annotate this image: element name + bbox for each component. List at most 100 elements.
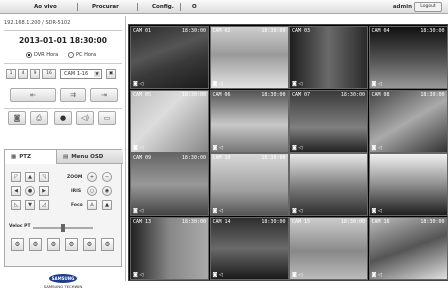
record-audio-icon: ◙ ◁	[292, 144, 303, 151]
camera-tile[interactable]: CAM 13 18:30:00 ◙ ◁	[130, 216, 209, 280]
menu-divider	[137, 3, 138, 11]
focus-far-icon[interactable]: ▲	[102, 200, 112, 210]
next-group-button[interactable]: ⇥	[90, 88, 118, 102]
camera-label: CAM 07	[292, 91, 311, 98]
split-4-button[interactable]: 4	[18, 69, 28, 79]
control-sidebar: 192.168.1.200 / SDR-5102 2013-01-01 18:3…	[0, 16, 126, 289]
camera-label: CAM 13	[133, 218, 152, 225]
menu-other[interactable]: O	[192, 4, 197, 10]
camera-timestamp: 18:30:00	[340, 218, 365, 225]
top-menu-bar: Ao vivo Procurar Config. O admin Logout	[0, 0, 448, 14]
camera-timestamp: 18:30:00	[261, 155, 286, 161]
menu-live[interactable]: Ao vivo	[34, 4, 57, 10]
record-audio-icon: ◙ ◁	[133, 144, 144, 151]
camera-tile[interactable]: ◙ ◁	[289, 153, 368, 216]
ptz-icon: ▦	[11, 154, 17, 160]
camera-timestamp: 18:30:00	[261, 218, 286, 225]
brand-subtitle: SAMSUNG TECHWIN	[43, 284, 83, 289]
camera-video-feed	[290, 154, 367, 215]
camera-tile[interactable]: CAM 02 18:30:00 ◙ ◁	[209, 26, 289, 89]
divider	[4, 63, 122, 64]
camera-timestamp: 18:30:00	[420, 218, 445, 225]
camera-tile[interactable]: CAM 07 18:30:00 ◙ ◁	[289, 89, 368, 153]
camera-tile[interactable]: CAM 04 18:30:00 ◙ ◁	[368, 26, 448, 89]
camera-tile[interactable]: CAM 05 18:30:00 ◙ ◁	[130, 89, 209, 153]
pan-down-right-button[interactable]: ◿	[39, 200, 49, 210]
split-9-button[interactable]: 9	[30, 69, 40, 79]
iris-close-icon[interactable]: ◉	[102, 186, 112, 196]
sequence-button[interactable]: ⇉	[60, 88, 86, 102]
capture-button[interactable]: ◙	[8, 111, 26, 125]
zoom-out-icon[interactable]: −	[102, 172, 112, 182]
camera-video-feed	[210, 90, 288, 152]
radio-pc-time[interactable]: PC Hora	[68, 52, 96, 58]
camera-tile[interactable]: CAM 16 18:30:00 ◙ ◁	[368, 216, 448, 280]
radio-dvr-label: DVR Hora	[34, 52, 59, 58]
zoom-in-icon[interactable]: +	[87, 172, 97, 182]
pan-left-button[interactable]: ◀	[11, 186, 21, 196]
camera-timestamp: 18:30:00	[181, 155, 206, 161]
camera-video-feed	[290, 27, 367, 88]
record-button[interactable]: ●	[54, 111, 72, 125]
audio-button[interactable]: ◁)	[76, 111, 94, 125]
preset-button-3[interactable]: ⚙	[47, 238, 60, 251]
pan-speed-slider[interactable]	[33, 224, 93, 232]
camera-label: CAM 15	[292, 218, 311, 225]
camera-group-select[interactable]: CAM 1-16 ▼	[60, 69, 102, 79]
record-audio-icon: ◙ ◁	[292, 208, 303, 214]
divider	[4, 108, 122, 109]
camera-tile[interactable]: ◙ ◁	[368, 153, 448, 216]
camera-tile[interactable]: CAM 03 ◙ ◁	[289, 26, 368, 89]
camera-timestamp: 18:30:00	[420, 91, 445, 98]
camera-tile[interactable]: CAM 01 18:30:00 ◙ ◁	[130, 26, 209, 89]
camera-video-feed	[131, 154, 208, 215]
focus-near-icon[interactable]: ♙	[87, 200, 97, 210]
pan-center-button[interactable]: ●	[25, 186, 35, 196]
pan-up-right-button[interactable]: ◹	[39, 172, 49, 182]
tab-osd-menu[interactable]: ▤ Menu OSD	[57, 150, 123, 164]
iris-open-icon[interactable]: ○	[87, 186, 97, 196]
pan-down-button[interactable]: ▼	[25, 200, 35, 210]
preset-button-2[interactable]: ⚙	[29, 238, 42, 251]
radio-dvr-time[interactable]: DVR Hora	[26, 52, 58, 58]
focus-label: Foco	[71, 203, 83, 208]
fullscreen-button[interactable]: ▣	[106, 69, 116, 79]
pan-up-button[interactable]: ▲	[25, 172, 35, 182]
camera-label: CAM 05	[133, 91, 152, 98]
slider-handle[interactable]	[61, 224, 65, 232]
camera-tile[interactable]: CAM 09 18:30:00 ◙ ◁	[130, 153, 209, 216]
pan-right-button[interactable]: ▶	[39, 186, 49, 196]
split-16-button[interactable]: 16	[42, 69, 56, 79]
menu-search[interactable]: Procurar	[92, 4, 119, 10]
camera-tile[interactable]: CAM 08 18:30:00 ◙ ◁	[368, 89, 448, 153]
record-audio-icon: ◙ ◁	[371, 271, 382, 278]
preset-button-4[interactable]: ⚙	[65, 238, 78, 251]
pan-down-left-button[interactable]: ◺	[11, 200, 21, 210]
print-button[interactable]: ⎙	[30, 111, 48, 125]
preset-button-1[interactable]: ⚙	[11, 238, 24, 251]
previous-group-button[interactable]: ⇤	[10, 88, 56, 102]
record-audio-icon: ◙ ◁	[133, 81, 144, 87]
tab-ptz-label: PTZ	[19, 154, 31, 160]
radio-selected-icon	[26, 52, 32, 58]
camera-timestamp: 18:30:00	[420, 28, 445, 34]
camera-tile[interactable]: CAM 14 18:30:00 ◙ ◁	[209, 216, 289, 280]
camera-tile[interactable]: CAM 06 18:30:00 ◙ ◁	[209, 89, 289, 153]
camera-video-feed	[131, 217, 208, 279]
device-address: 192.168.1.200 / SDR-5102	[4, 20, 71, 26]
logout-button[interactable]: Logout	[414, 2, 442, 12]
camera-timestamp: 18:30:00	[181, 91, 206, 98]
camera-video-feed	[290, 90, 367, 152]
monitor-button[interactable]: ▭	[98, 111, 116, 125]
menu-config[interactable]: Config.	[152, 4, 174, 10]
camera-group-value: CAM 1-16	[64, 71, 89, 77]
camera-video-feed	[369, 217, 447, 279]
pan-up-left-button[interactable]: ◸	[11, 172, 21, 182]
preset-button-6[interactable]: ⚙	[101, 238, 114, 251]
tab-ptz[interactable]: ▦ PTZ	[5, 150, 57, 164]
camera-tile[interactable]: CAM 15 18:30:00 ◙ ◁	[289, 216, 368, 280]
split-1-button[interactable]: 1	[6, 69, 16, 79]
preset-button-5[interactable]: ⚙	[83, 238, 96, 251]
camera-label: CAM 16	[371, 218, 390, 225]
camera-tile[interactable]: CAM 10 18:30:00 ◙ ◁	[209, 153, 289, 216]
